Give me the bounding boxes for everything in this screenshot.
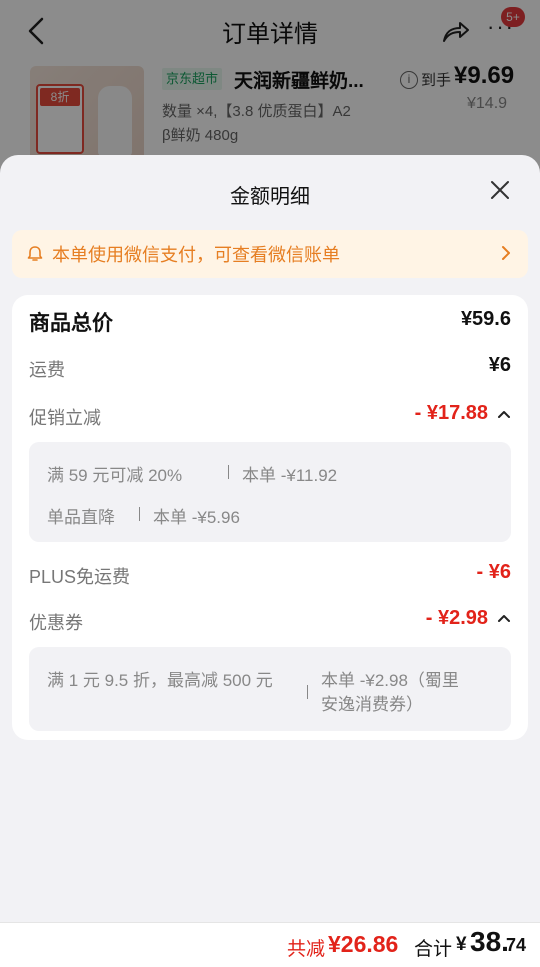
- coupon-detail-name: 满 1 元 9.5 折，最高减 500 元: [47, 671, 273, 690]
- close-icon[interactable]: [487, 177, 513, 203]
- plus-shipping-label: PLUS免运费: [29, 567, 131, 587]
- chevron-up-icon[interactable]: [497, 409, 511, 419]
- promo-value: - ¥17.88: [414, 402, 488, 424]
- promo-detail-name: 满 59 元可减 20%: [47, 466, 183, 485]
- promo-divider: [139, 507, 140, 521]
- total-label: 合计: [414, 939, 453, 960]
- promo-divider: [228, 465, 229, 479]
- wechat-pay-notice[interactable]: 本单使用微信支付，可查看微信账单: [12, 230, 528, 278]
- amount-detail-sheet: 金额明细 本单使用微信支付，可查看微信账单 商品总价 ¥59.6 运费 ¥6 促…: [0, 155, 540, 967]
- shipping-label: 运费: [29, 360, 65, 380]
- promo-label: 促销立减: [29, 408, 101, 428]
- coupon-value: - ¥2.98: [425, 607, 488, 629]
- shipping-value: ¥6: [488, 354, 511, 376]
- bell-icon: [27, 246, 43, 261]
- subtotal-label: 商品总价: [29, 312, 113, 335]
- plus-shipping-value: - ¥6: [476, 561, 511, 583]
- total-currency: ¥: [456, 934, 467, 955]
- saved-label: 共减: [287, 939, 326, 960]
- coupon-detail-amount-line1: 本单 -¥2.98（蜀里: [321, 671, 459, 690]
- coupon-divider: [307, 685, 308, 699]
- subtotal-value: ¥59.6: [460, 308, 511, 330]
- coupon-details-box: 满 1 元 9.5 折，最高减 500 元 本单 -¥2.98（蜀里 安逸消费券…: [29, 647, 511, 731]
- chevron-up-icon[interactable]: [497, 613, 511, 623]
- sheet-title: 金额明细: [230, 186, 310, 208]
- promo-detail-amount: 本单 -¥5.96: [153, 508, 240, 527]
- total-decimal: 74: [506, 935, 527, 955]
- promo-details-box: 满 59 元可减 20% 本单 -¥11.92 单品直降 本单 -¥5.96: [29, 442, 511, 542]
- coupon-label: 优惠券: [29, 613, 83, 633]
- amount-breakdown-card: 商品总价 ¥59.6 运费 ¥6 促销立减 - ¥17.88 满 59 元可减 …: [12, 295, 528, 740]
- order-summary-bar: 共减 ¥26.86 合计 ¥ 38. 74: [0, 922, 540, 967]
- chevron-right-icon: [502, 246, 510, 260]
- promo-detail-amount: 本单 -¥11.92: [242, 466, 338, 485]
- notice-text: 本单使用微信支付，可查看微信账单: [52, 245, 340, 265]
- coupon-detail-amount-line2: 安逸消费券）: [321, 695, 423, 714]
- total-integer: 38.: [470, 926, 509, 957]
- promo-detail-name: 单品直降: [47, 508, 115, 527]
- saved-amount: ¥26.86: [328, 931, 399, 957]
